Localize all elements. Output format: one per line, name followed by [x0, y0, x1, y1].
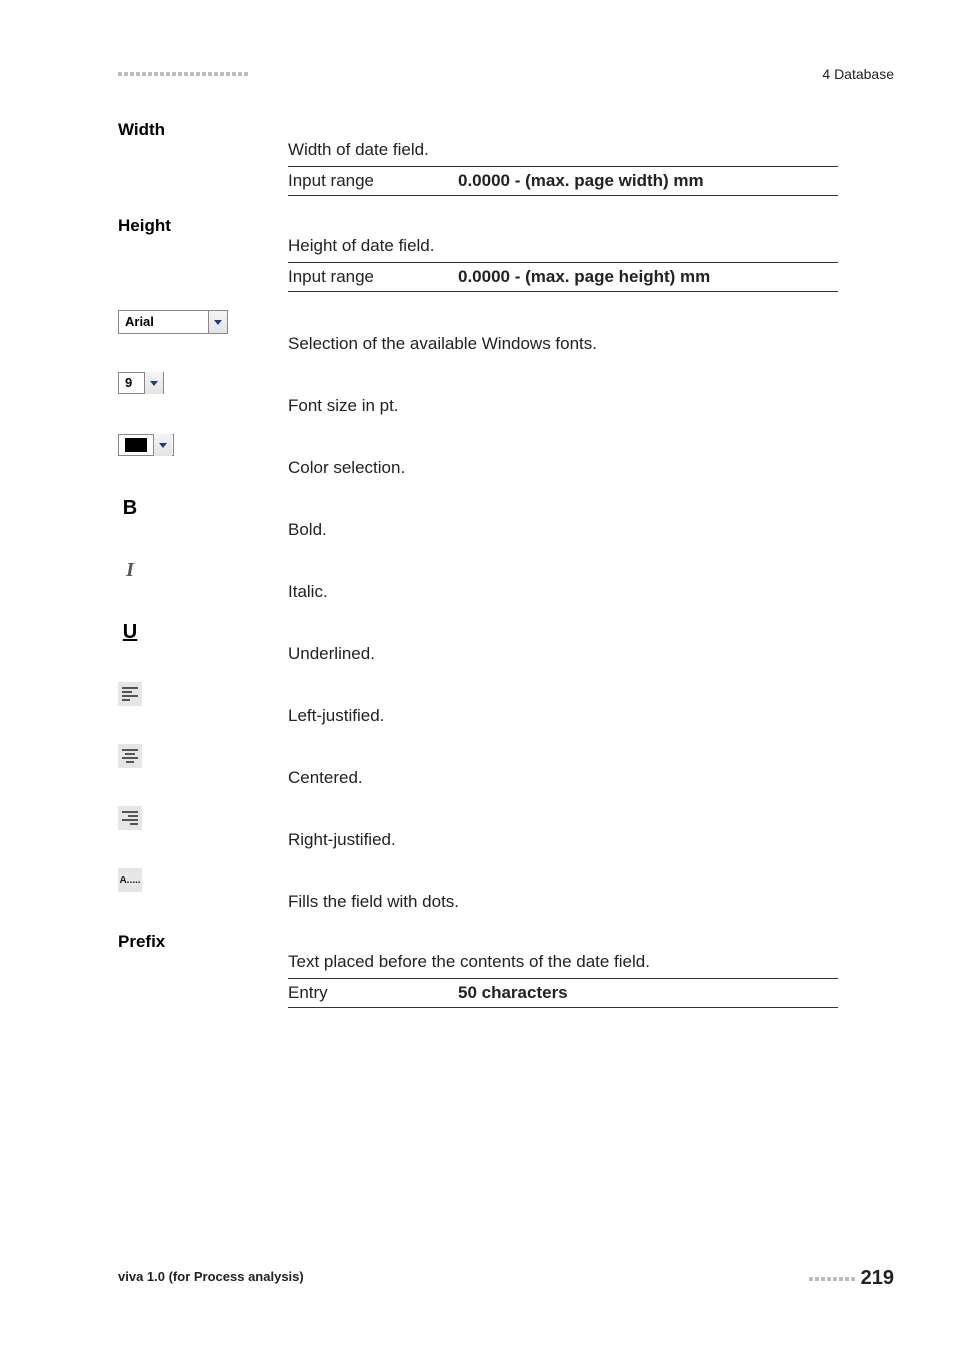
- param-bold: B Bold.: [118, 496, 838, 540]
- font-color-dropdown[interactable]: [118, 434, 174, 456]
- param-width-desc: Width of date field.: [288, 140, 838, 160]
- align-right-button[interactable]: [118, 806, 142, 830]
- param-font: Arial Selection of the available Windows…: [118, 310, 838, 354]
- fill-dots-icon: A.....: [119, 875, 140, 886]
- param-width-range-value: 0.0000 - (max. page width) mm: [458, 171, 704, 191]
- param-align-center: Centered.: [118, 744, 838, 788]
- chevron-down-icon: [153, 434, 172, 456]
- param-height-range-value: 0.0000 - (max. page height) mm: [458, 267, 710, 287]
- underline-button[interactable]: U: [118, 620, 142, 644]
- underline-icon: U: [123, 621, 137, 644]
- param-fill-dots: A..... Fills the field with dots.: [118, 868, 838, 912]
- param-underline: U Underlined.: [118, 620, 838, 664]
- param-width-range: Input range 0.0000 - (max. page width) m…: [288, 166, 838, 196]
- param-height-range-label: Input range: [288, 267, 458, 287]
- align-right-icon: [122, 811, 138, 825]
- italic-icon: I: [126, 559, 134, 582]
- chevron-down-icon: [144, 372, 163, 394]
- bold-icon: B: [123, 497, 137, 520]
- fill-dots-button[interactable]: A.....: [118, 868, 142, 892]
- param-height-desc: Height of date field.: [288, 236, 838, 256]
- param-align-right: Right-justified.: [118, 806, 838, 850]
- param-prefix-entry-label: Entry: [288, 983, 458, 1003]
- align-center-icon: [122, 749, 138, 763]
- param-height-range: Input range 0.0000 - (max. page height) …: [288, 262, 838, 292]
- align-left-button[interactable]: [118, 682, 142, 706]
- param-bold-desc: Bold.: [288, 520, 838, 540]
- chevron-down-icon: [208, 311, 227, 333]
- footer-page-number: 219: [861, 1267, 894, 1290]
- footer-ornament: [809, 1277, 855, 1281]
- font-size-dropdown[interactable]: 9: [118, 372, 164, 394]
- param-prefix-entry: Entry 50 characters: [288, 978, 838, 1008]
- param-prefix-desc: Text placed before the contents of the d…: [288, 952, 838, 972]
- param-prefix-entry-value: 50 characters: [458, 983, 568, 1003]
- align-left-icon: [122, 687, 138, 701]
- color-swatch-icon: [125, 438, 147, 452]
- param-height: Height Height of date field. Input range…: [118, 214, 838, 292]
- param-italic-desc: Italic.: [288, 582, 838, 602]
- param-align-left: Left-justified.: [118, 682, 838, 726]
- italic-button[interactable]: I: [118, 558, 142, 582]
- align-center-button[interactable]: [118, 744, 142, 768]
- bold-button[interactable]: B: [118, 496, 142, 520]
- param-align-right-desc: Right-justified.: [288, 830, 838, 850]
- param-width-label: Width: [118, 118, 288, 140]
- param-color: Color selection.: [118, 434, 838, 478]
- param-height-label: Height: [118, 214, 288, 236]
- param-fill-dots-desc: Fills the field with dots.: [288, 892, 838, 912]
- font-size-value: 9: [119, 372, 144, 394]
- param-underline-desc: Underlined.: [288, 644, 838, 664]
- page-footer: viva 1.0 (for Process analysis) 219: [118, 1267, 894, 1290]
- param-align-center-desc: Centered.: [288, 768, 838, 788]
- param-width-range-label: Input range: [288, 171, 458, 191]
- param-color-desc: Color selection.: [288, 458, 838, 478]
- header-ornament: [118, 72, 248, 76]
- font-family-dropdown[interactable]: Arial: [118, 310, 228, 334]
- param-italic: I Italic.: [118, 558, 838, 602]
- param-font-size: 9 Font size in pt.: [118, 372, 838, 416]
- page: 4 Database Width Width of date field. In…: [0, 0, 954, 1350]
- section-title: 4 Database: [822, 66, 894, 82]
- param-width: Width Width of date field. Input range 0…: [118, 118, 838, 196]
- font-family-value: Arial: [119, 311, 208, 333]
- footer-product: viva 1.0 (for Process analysis): [118, 1269, 304, 1284]
- content: Width Width of date field. Input range 0…: [118, 118, 838, 1026]
- param-prefix-label: Prefix: [118, 930, 288, 952]
- page-header: 4 Database: [118, 66, 894, 82]
- param-prefix: Prefix Text placed before the contents o…: [118, 930, 838, 1008]
- param-font-desc: Selection of the available Windows fonts…: [288, 334, 838, 354]
- param-align-left-desc: Left-justified.: [288, 706, 838, 726]
- param-font-size-desc: Font size in pt.: [288, 396, 838, 416]
